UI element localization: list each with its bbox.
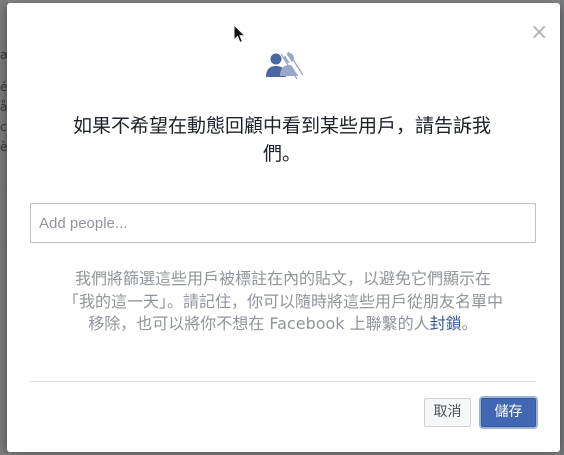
footer-divider [30, 381, 536, 382]
background-text-fragment: c [0, 120, 7, 134]
add-people-input[interactable] [30, 203, 536, 243]
block-link[interactable]: 封鎖 [430, 314, 462, 333]
cancel-button[interactable]: 取消 [424, 398, 471, 427]
dialog-explanation: 我們將篩選這些用戶被標註在內的貼文，以避免它們顯示在「我的這一天」。請記住，你可… [61, 268, 505, 336]
save-button[interactable]: 儲存 [481, 398, 536, 427]
mouse-pointer-icon [233, 24, 247, 44]
people-hidden-icon [266, 51, 303, 80]
explanation-tail: 。 [461, 314, 478, 333]
background-right-strip [560, 0, 564, 455]
timehop-filter-dialog: × 如果不希望在動態回顧中看到某些用戶，請告訴我們。 我們將篩選這些用戶被標註在… [7, 3, 560, 452]
close-icon[interactable]: × [530, 20, 548, 45]
dialog-headline: 如果不希望在動態回顧中看到某些用戶，請告訴我們。 [72, 115, 491, 165]
close-button[interactable]: × [530, 22, 548, 44]
